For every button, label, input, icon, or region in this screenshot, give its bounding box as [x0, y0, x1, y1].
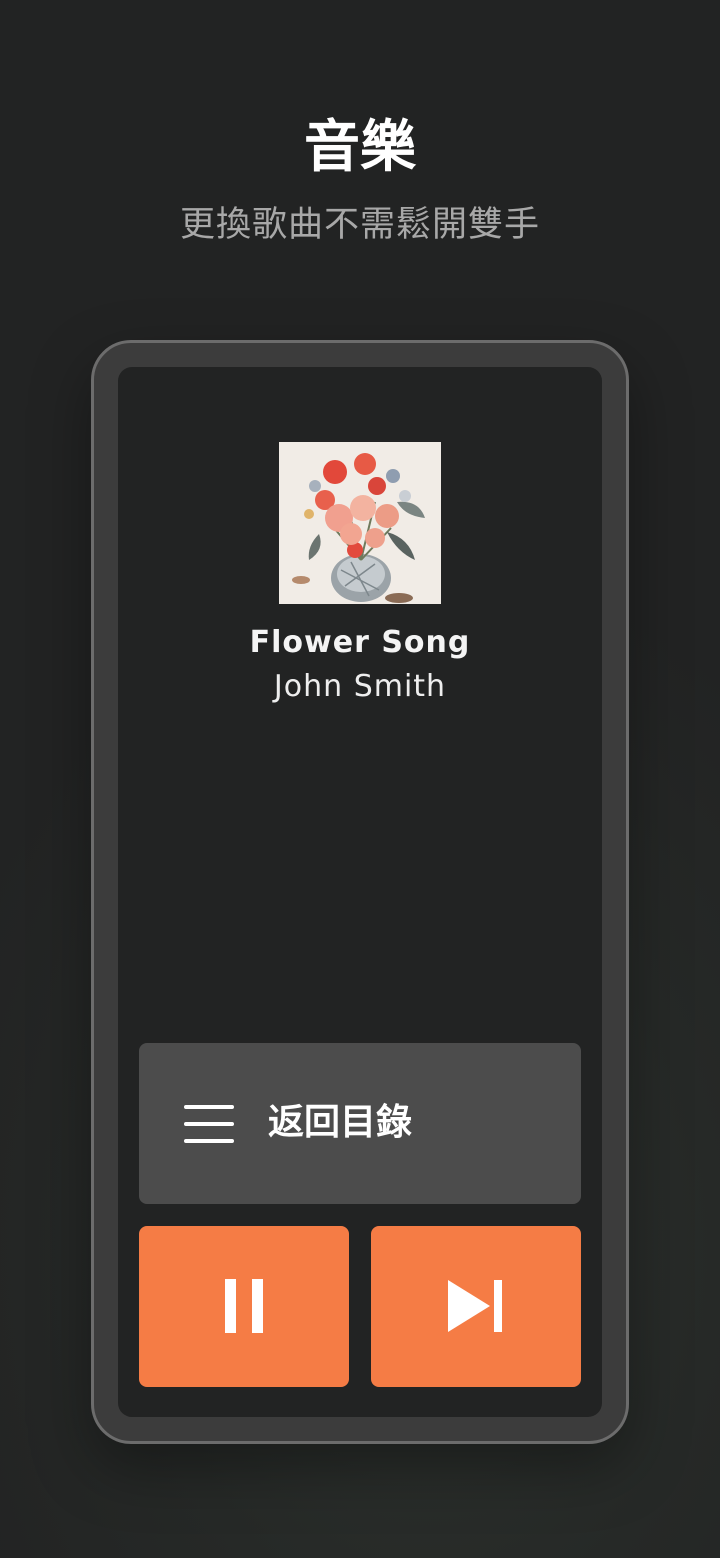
device-screen: Flower Song John Smith 返回目錄	[118, 367, 602, 1417]
page-subtitle: 更換歌曲不需鬆開雙手	[179, 205, 540, 245]
album-art	[279, 442, 441, 604]
pause-icon	[225, 1279, 263, 1333]
song-artist: John Smith	[273, 669, 447, 704]
page-title: 音樂	[304, 115, 416, 180]
menu-icon	[184, 1105, 234, 1143]
back-to-menu-button[interactable]: 返回目錄	[139, 1043, 581, 1204]
song-title: Flower Song	[249, 625, 471, 660]
pause-button[interactable]	[139, 1226, 349, 1387]
back-to-menu-label: 返回目錄	[268, 1102, 413, 1143]
flower-bouquet-painting	[279, 442, 441, 604]
skip-next-button[interactable]	[371, 1226, 581, 1387]
skip-next-icon	[448, 1280, 502, 1332]
device-frame: Flower Song John Smith 返回目錄	[91, 340, 629, 1444]
